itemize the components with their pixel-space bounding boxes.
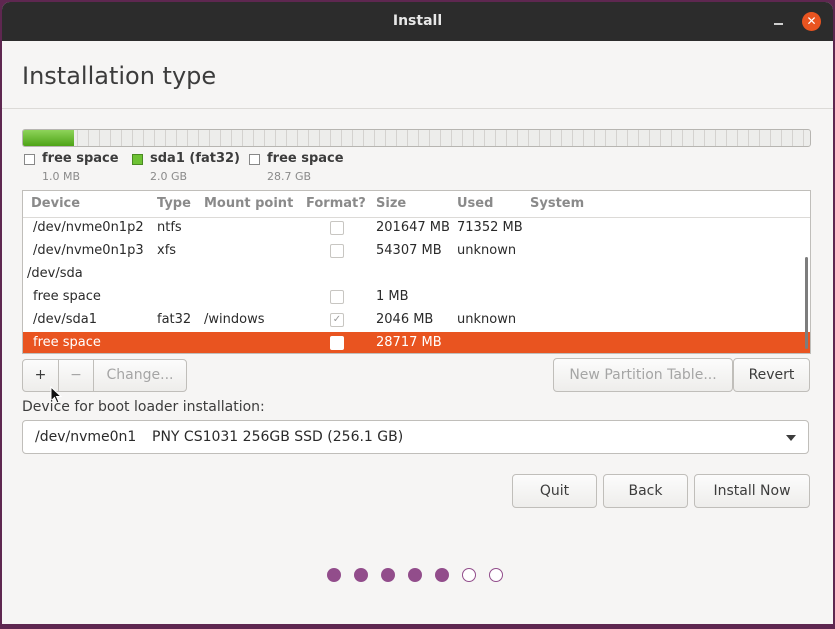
column-header-used[interactable]: Used <box>457 196 493 211</box>
legend-label: free space <box>267 151 344 166</box>
disk-usage-bar <box>22 129 811 147</box>
table-row[interactable]: /dev/sda <box>23 263 810 286</box>
cell-size: 54307 MB <box>376 243 442 258</box>
change-partition-button[interactable]: Change... <box>94 360 186 391</box>
cell-device: /dev/sda <box>27 266 83 281</box>
step-dot-completed <box>381 568 395 582</box>
cell-size: 2046 MB <box>376 312 434 327</box>
table-row[interactable]: /dev/nvme0n1p3 xfs 54307 MB unknown <box>23 240 810 263</box>
step-dot-completed <box>435 568 449 582</box>
install-now-button[interactable]: Install Now <box>694 474 810 508</box>
step-dot-completed <box>327 568 341 582</box>
boot-device-description: PNY CS1031 256GB SSD (256.1 GB) <box>152 429 404 445</box>
step-dot-completed <box>354 568 368 582</box>
cell-size: 1 MB <box>376 289 409 304</box>
legend-size: 2.0 GB <box>150 170 188 183</box>
table-row[interactable]: free space 1 MB <box>23 286 810 309</box>
legend-label: sda1 (fat32) <box>150 151 241 166</box>
titlebar: Install ✕ <box>2 2 833 41</box>
cell-device: free space <box>33 289 101 304</box>
cell-device: /dev/nvme0n1p3 <box>33 243 144 258</box>
cell-size: 28717 MB <box>376 335 442 350</box>
partition-button-group: + − Change... <box>22 359 187 392</box>
cell-type: ntfs <box>157 220 182 235</box>
cell-used: 71352 MB <box>457 220 523 235</box>
legend-swatch <box>24 154 35 165</box>
cell-mount-point: /windows <box>204 312 265 327</box>
column-header-device[interactable]: Device <box>31 196 80 211</box>
format-checkbox[interactable] <box>330 244 344 258</box>
format-checkbox[interactable] <box>330 290 344 304</box>
table-row[interactable]: free space 28717 MB <box>23 332 810 353</box>
revert-button[interactable]: Revert <box>733 358 810 392</box>
installer-window: Install ✕ Installation type free space 1… <box>2 2 833 624</box>
table-row[interactable]: /dev/nvme0n1p2 ntfs 201647 MB 71352 MB <box>23 217 810 240</box>
column-header-system[interactable]: System <box>530 196 584 211</box>
step-dot-pending <box>489 568 503 582</box>
new-partition-table-button[interactable]: New Partition Table... <box>553 358 733 392</box>
window-title: Install <box>392 13 443 29</box>
table-row[interactable]: /dev/sda1 fat32/windows ✓ 2046 MB unknown <box>23 309 810 332</box>
boot-loader-device-select[interactable]: /dev/nvme0n1 PNY CS1031 256GB SSD (256.1… <box>22 420 809 454</box>
close-icon[interactable]: ✕ <box>802 12 821 31</box>
column-header-size[interactable]: Size <box>376 196 406 211</box>
cell-device: free space <box>33 335 101 350</box>
header-divider <box>2 108 833 109</box>
cell-type: fat32 <box>157 312 192 327</box>
format-checkbox[interactable] <box>330 221 344 235</box>
chevron-down-icon <box>786 435 796 441</box>
column-header-type[interactable]: Type <box>157 196 191 211</box>
boot-device-path: /dev/nvme0n1 <box>35 429 137 445</box>
legend-size: 1.0 MB <box>42 170 81 183</box>
step-dot-pending <box>462 568 476 582</box>
cell-used: unknown <box>457 312 517 327</box>
cell-device: /dev/sda1 <box>33 312 97 327</box>
minimize-icon[interactable] <box>772 13 786 29</box>
sda1-usage-segment <box>23 130 74 146</box>
quit-button[interactable]: Quit <box>512 474 597 508</box>
legend-size: 28.7 GB <box>267 170 312 183</box>
format-checkbox[interactable]: ✓ <box>330 313 344 327</box>
format-checkbox[interactable] <box>330 336 344 350</box>
back-button[interactable]: Back <box>603 474 688 508</box>
legend-swatch <box>132 154 143 165</box>
table-header: Device Type Mount point Format? Size Use… <box>23 191 810 218</box>
cell-used: unknown <box>457 243 517 258</box>
step-dot-completed <box>408 568 422 582</box>
column-header-mount-point[interactable]: Mount point <box>204 196 293 211</box>
legend-swatch <box>249 154 260 165</box>
column-header-format[interactable]: Format? <box>306 196 366 211</box>
boot-loader-label: Device for boot loader installation: <box>22 399 265 415</box>
remove-partition-button[interactable]: − <box>59 360 93 391</box>
table-scrollbar[interactable] <box>805 257 808 349</box>
cell-type: xfs <box>157 243 177 258</box>
cell-size: 201647 MB <box>376 220 450 235</box>
page-title: Installation type <box>22 62 217 90</box>
partition-table[interactable]: Device Type Mount point Format? Size Use… <box>22 190 811 354</box>
legend-label: free space <box>42 151 119 166</box>
cell-device: /dev/nvme0n1p2 <box>33 220 144 235</box>
